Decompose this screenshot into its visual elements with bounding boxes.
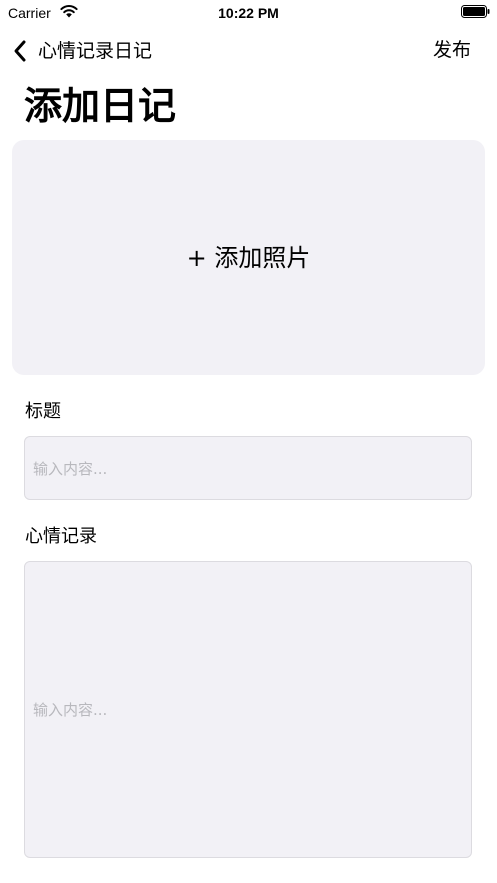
battery-icon: [461, 5, 490, 18]
page-title: 添加日记: [24, 84, 177, 128]
title-input-placeholder: 输入内容...: [33, 459, 108, 478]
status-bar: Carrier 10:22 PM: [0, 0, 497, 26]
navigation-bar: 心情记录日记 发布: [0, 30, 497, 72]
add-photo-label: + 添加照片: [186, 243, 311, 272]
title-field-label: 标题: [25, 401, 61, 422]
back-button[interactable]: 心情记录日记: [12, 38, 152, 64]
title-input[interactable]: 输入内容...: [24, 436, 472, 500]
mood-textarea[interactable]: 输入内容...: [24, 561, 472, 858]
mood-field-label: 心情记录: [25, 526, 97, 547]
mood-textarea-placeholder: 输入内容...: [33, 701, 108, 719]
back-button-label: 心情记录日记: [38, 40, 153, 62]
chevron-left-icon: [14, 40, 26, 62]
add-photo-button[interactable]: + 添加照片: [12, 140, 485, 375]
status-time: 10:22 PM: [218, 5, 279, 21]
publish-button[interactable]: 发布: [433, 38, 471, 62]
